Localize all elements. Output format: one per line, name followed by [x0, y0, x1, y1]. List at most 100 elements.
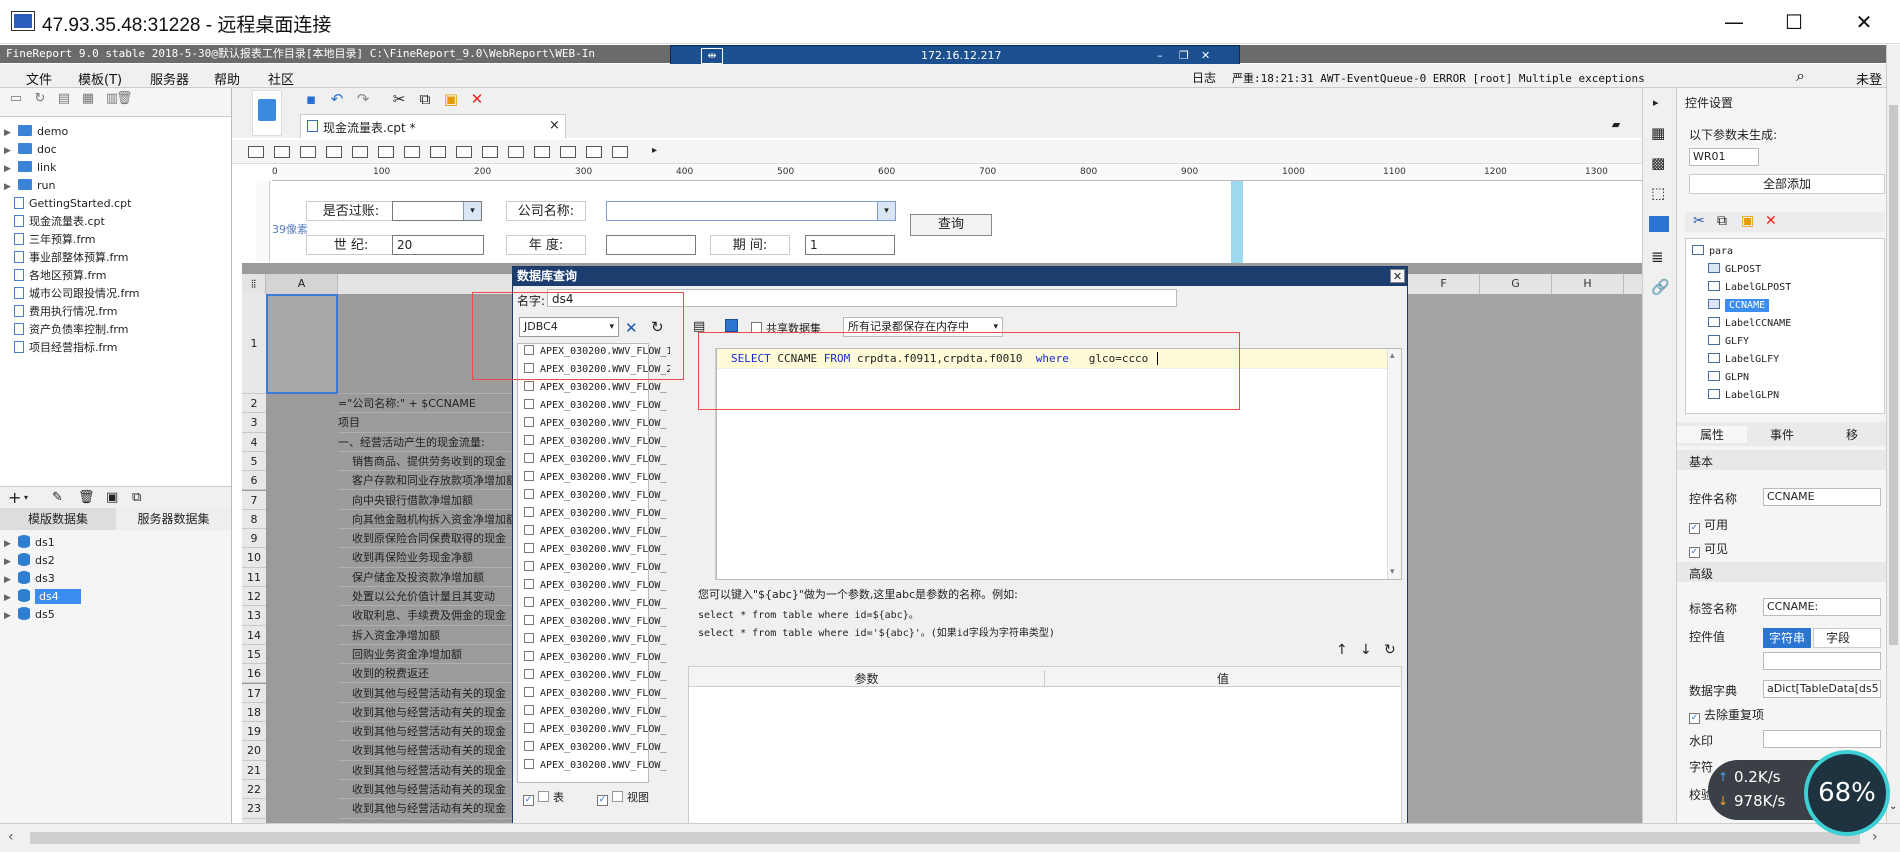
save-icon[interactable]: ▪ [302, 90, 320, 108]
widget-button-icon[interactable] [300, 146, 316, 158]
row-number[interactable]: 15 [242, 644, 266, 665]
table-list-item[interactable]: APEX_030200.WWV_FLOW_ [522, 757, 670, 775]
sheet-cell[interactable]: 保户储金及投资款净增加额 [338, 568, 512, 587]
row-number[interactable]: 1 [242, 294, 266, 394]
widget-tree-item[interactable]: LabelGLPN [1708, 387, 1791, 405]
open-folder-icon[interactable]: ▭ [8, 92, 24, 106]
widget-list-icon[interactable] [378, 146, 394, 158]
tab-template-datasets[interactable]: 模版数据集 [0, 508, 116, 530]
filter-combo[interactable]: ▾ [392, 201, 482, 221]
sheet-cell[interactable]: 收到其他与经营活动有关的现金 [338, 741, 512, 761]
sheet-cell[interactable]: 收到其他与经营活动有关的现金 [338, 799, 512, 819]
widget-textarea-icon[interactable] [534, 146, 550, 158]
widget-settings-icon[interactable] [1649, 216, 1669, 232]
widget-tree-item[interactable]: LabelGLFY [1708, 351, 1791, 369]
tree-folder-doc[interactable]: ▶ doc [4, 141, 139, 159]
hyperlink-icon[interactable]: 🔗 [1651, 278, 1670, 296]
tree-file[interactable]: 现金流量表.cpt [4, 213, 139, 231]
float-element-icon[interactable]: ⬚ [1651, 184, 1665, 202]
vertical-scrollbar[interactable]: ⌄ [1886, 45, 1900, 825]
sheet-cell[interactable]: 销售商品、提供劳务收到的现金 [338, 452, 512, 472]
widget-radio-icon[interactable] [430, 146, 446, 158]
cell-element-icon[interactable]: ▦ [1651, 124, 1665, 142]
row-number[interactable]: 5 [242, 451, 266, 472]
row-number[interactable]: 19 [242, 722, 266, 742]
data-dict-input[interactable]: aDict[TableData[ds5 [1763, 680, 1881, 698]
query-button[interactable]: 查询 [910, 214, 992, 236]
delete-icon[interactable]: 🗑 [116, 92, 133, 106]
widget-date-icon[interactable] [352, 146, 368, 158]
rd-minimize-icon[interactable]: – [1157, 46, 1163, 66]
tree-file[interactable]: 事业部整体预算.frm [4, 249, 139, 267]
paste-icon[interactable]: ▣ [442, 90, 460, 108]
column-header-b[interactable] [338, 274, 512, 294]
condition-icon[interactable]: ≣ [1651, 248, 1664, 266]
row-number[interactable]: 4 [242, 432, 266, 452]
table-list-item[interactable]: APEX_030200.WWV_FLOW_ [522, 703, 670, 721]
tab-server-datasets[interactable]: 服务器数据集 [116, 508, 231, 530]
redo-icon[interactable]: ↷ [354, 90, 372, 108]
refresh-params-icon[interactable]: ↻ [1384, 642, 1396, 658]
tab-close-icon[interactable]: × [549, 118, 560, 133]
tree-folder-demo[interactable]: ▶ demo [4, 123, 139, 141]
dialog-close-button[interactable]: ✕ [1390, 269, 1405, 283]
scroll-down-icon[interactable]: ▾ [1390, 567, 1395, 577]
table-list-item[interactable]: APEX_030200.WWV_FLOW_ [522, 649, 670, 667]
copy-icon[interactable]: ⧉ [1717, 213, 1727, 229]
view-checkbox[interactable]: ✓ 视图 [597, 789, 649, 806]
sheet-cell[interactable]: 拆入资金净增加额 [338, 626, 512, 645]
chevron-down-icon[interactable]: ▾ [877, 202, 895, 220]
dataset-item[interactable]: ▶ ds5 [4, 606, 81, 624]
widget-label-icon[interactable] [248, 146, 264, 158]
table-list-item[interactable]: APEX_030200.WWV_FLOW_ [522, 379, 670, 397]
sheet-cell[interactable]: 收到其他与经营活动有关的现金 [338, 684, 512, 703]
sheet-cell[interactable]: 收取利息、手续费及佣金的现金 [338, 606, 512, 626]
widget-tree-item[interactable]: LabelCCNAME [1708, 315, 1791, 333]
widget-name-input[interactable]: CCNAME [1763, 488, 1881, 506]
tag-name-input[interactable]: CCNAME: [1763, 598, 1881, 616]
table-list-item[interactable]: APEX_030200.WWV_FLOW_ [522, 523, 670, 541]
table-list-item[interactable]: APEX_030200.WWV_FLOW_ [522, 469, 670, 487]
select-all-corner[interactable]: ⣿ [242, 274, 266, 294]
sheet-cell[interactable]: 客户存款和同业存放款项净增加额 [338, 471, 512, 491]
sheet-cell[interactable]: 向其他金融机构拆入资金净增加额 [338, 510, 512, 530]
row-number[interactable]: 21 [242, 760, 266, 780]
sheet-cell[interactable]: 收到再保险业务现金净额 [338, 548, 512, 568]
tree-file[interactable]: GettingStarted.cpt [4, 195, 139, 213]
table-list-item[interactable]: APEX_030200.WWV_FLOW_ [522, 667, 670, 685]
visible-checkbox[interactable]: ✓ 可见 [1689, 540, 1728, 558]
tab-events[interactable]: 事件 [1747, 426, 1817, 443]
row-number[interactable]: 8 [242, 509, 266, 530]
menu-community[interactable]: 社区 [268, 69, 294, 88]
log-label[interactable]: 日志 [1192, 69, 1216, 86]
value-type-field[interactable]: 字段 [1813, 628, 1881, 648]
column-header-f[interactable]: F [1408, 274, 1480, 294]
tree-folder-run[interactable]: ▶ run [4, 177, 139, 195]
save-query-icon[interactable] [725, 319, 738, 332]
copy-icon[interactable]: ⧉ [416, 90, 434, 108]
widget-tree-item[interactable]: LabelGLPOST [1708, 279, 1791, 297]
paste-icon[interactable]: ▣ [1741, 213, 1754, 229]
sheet-cell[interactable]: 一、经营活动产生的现金流量: [338, 433, 512, 452]
column-header-a[interactable]: A [266, 274, 338, 294]
table-list-item[interactable]: APEX_030200.WWV_FLOW_ [522, 577, 670, 595]
add-all-button[interactable]: 全部添加 [1689, 174, 1885, 194]
delete-dataset-icon[interactable]: 🗑 [78, 490, 95, 505]
tree-file[interactable]: 各地区预算.frm [4, 267, 139, 285]
scroll-up-icon[interactable]: ▴ [1390, 351, 1395, 361]
dedupe-checkbox[interactable]: ✓ 去除重复项 [1689, 706, 1764, 724]
row-number[interactable]: 17 [242, 683, 266, 703]
tree-file[interactable]: 资产负债率控制.frm [4, 321, 139, 339]
sheet-cell[interactable]: 收到其他与经营活动有关的现金 [338, 703, 512, 723]
sql-scrollbar[interactable]: ▴ ▾ [1387, 349, 1401, 579]
pin-icon[interactable]: ⇹ [701, 48, 723, 64]
tree-file[interactable]: 三年预算.frm [4, 231, 139, 249]
row-number[interactable]: 13 [242, 606, 266, 626]
row-number[interactable]: 16 [242, 664, 266, 684]
widget-value-input[interactable] [1763, 652, 1881, 670]
move-down-icon[interactable]: ↓ [1360, 642, 1372, 658]
properties-icon[interactable]: ▦ [80, 92, 96, 106]
table-list-item[interactable]: APEX_030200.WWV_FLOW_ [522, 433, 670, 451]
widget-tree-item[interactable]: CCNAME [1708, 297, 1791, 315]
row-number[interactable]: 2 [242, 394, 266, 414]
